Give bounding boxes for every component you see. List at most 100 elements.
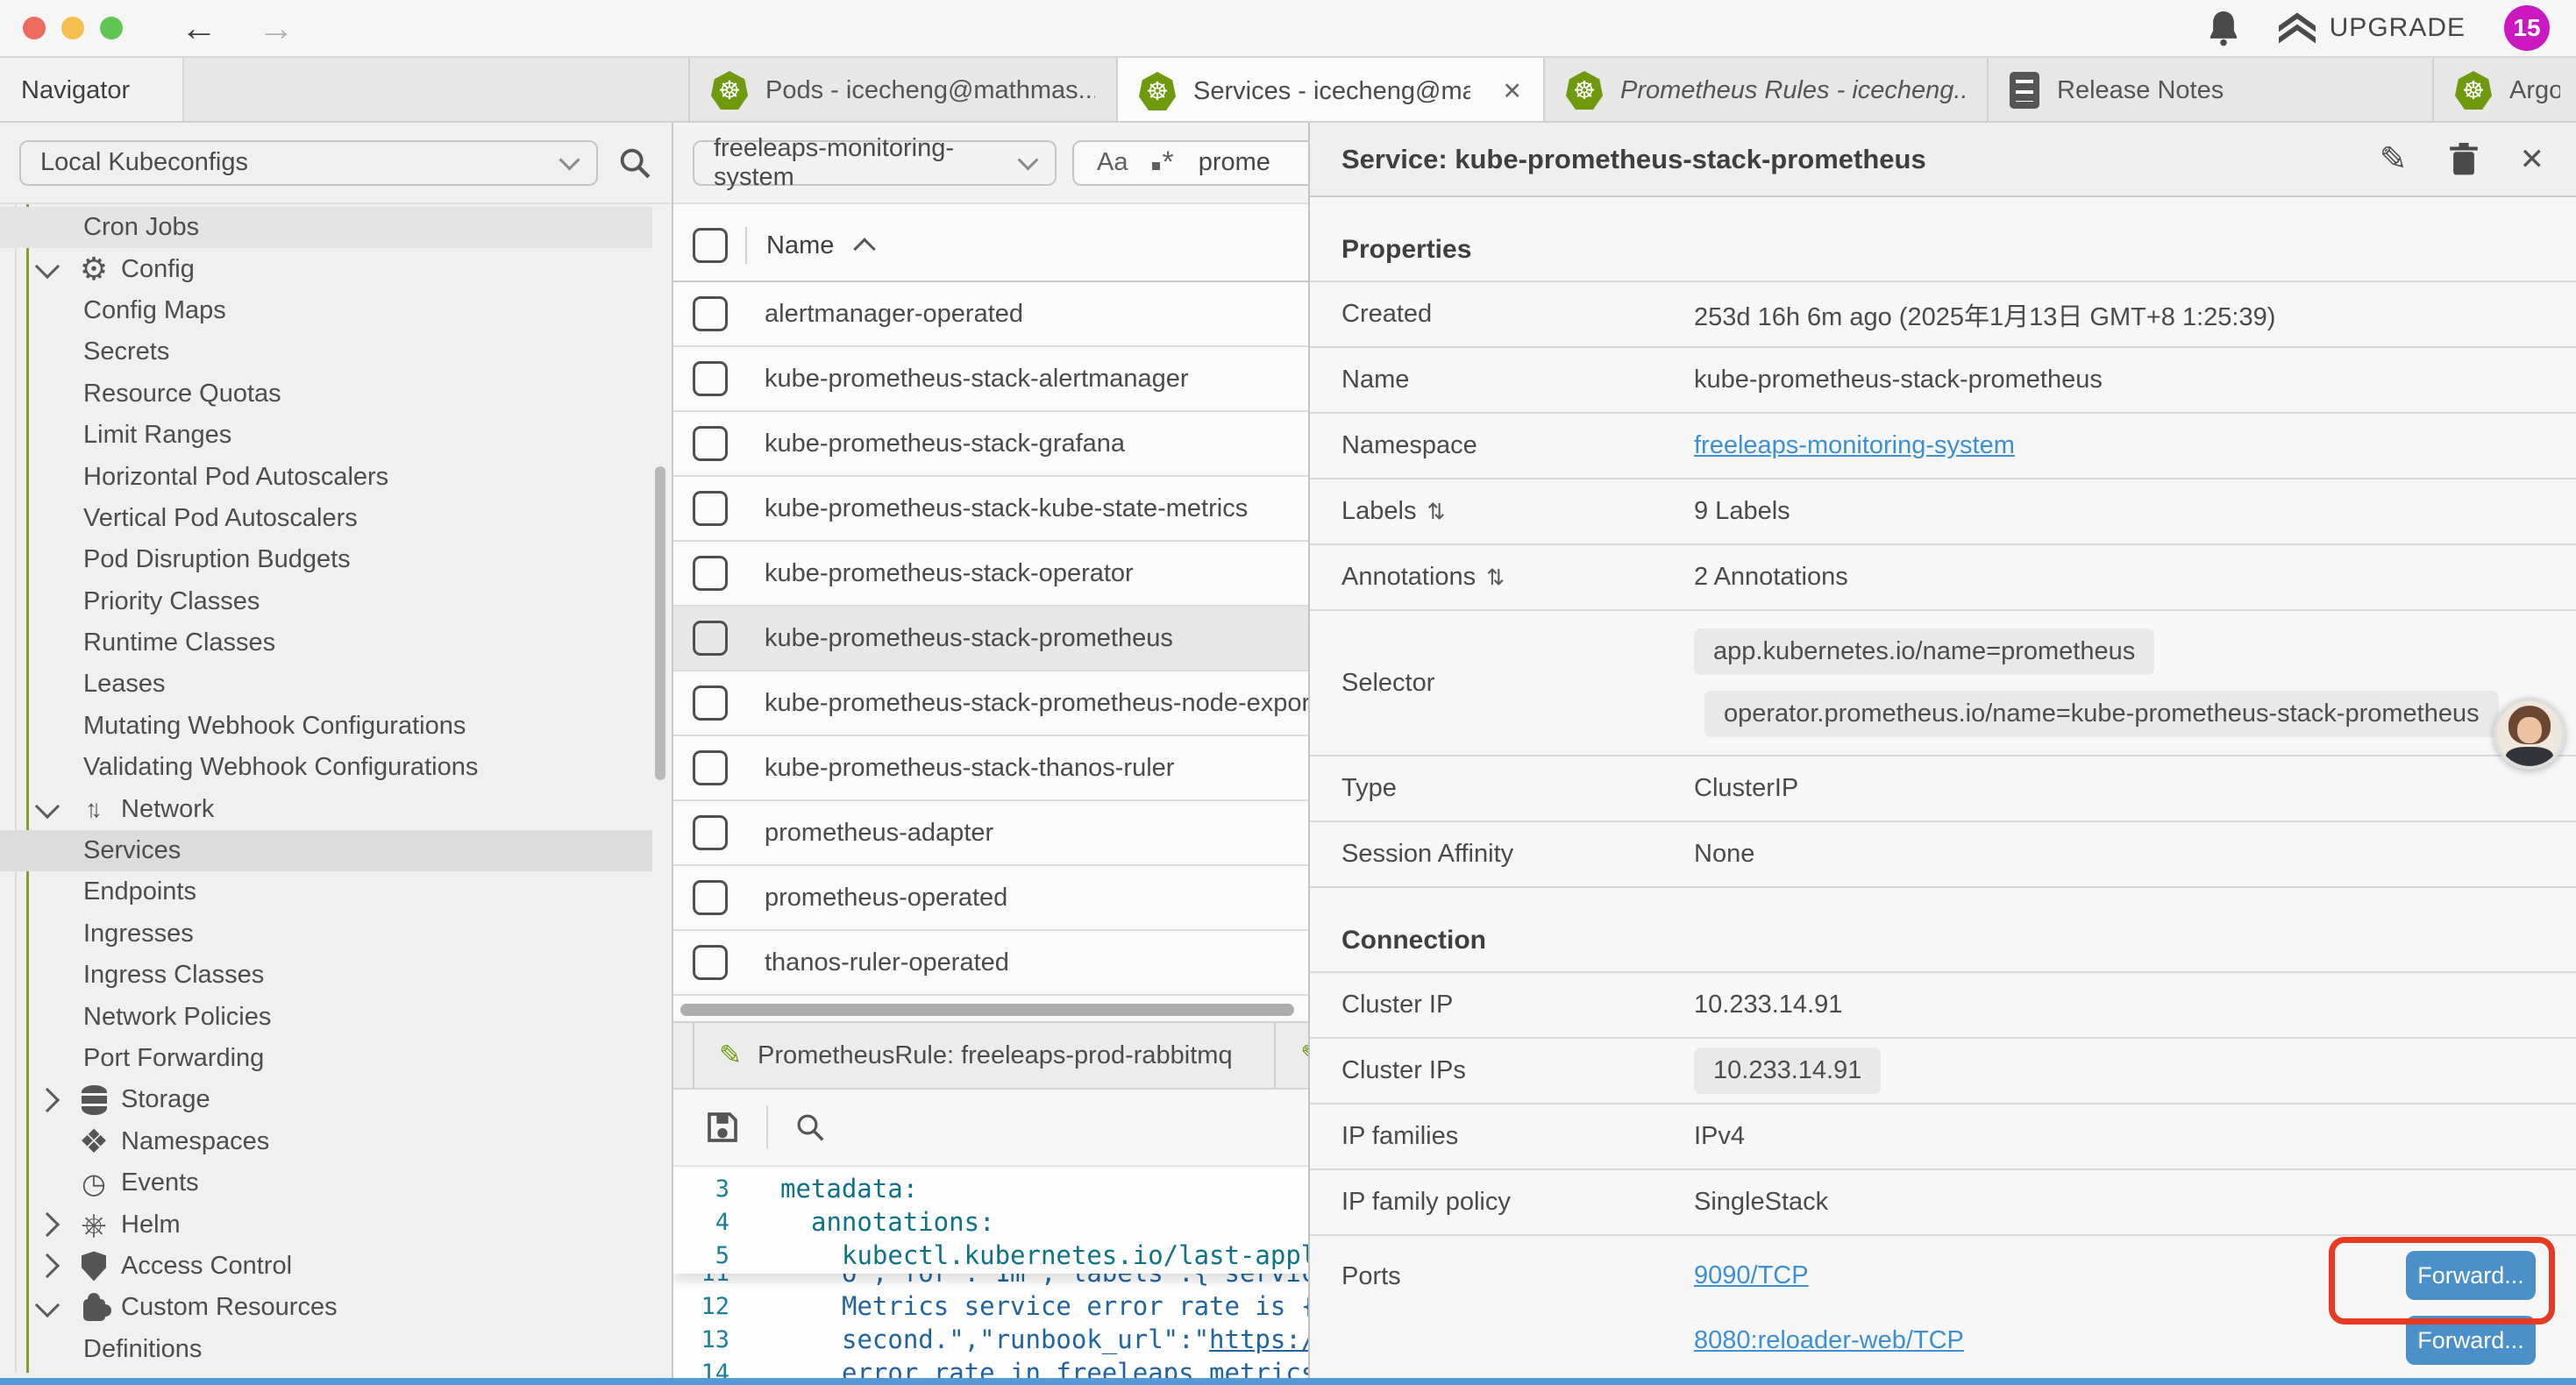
table-row-kube-prometheus-stack-operator[interactable]: kube-prometheus-stack-operator — [673, 542, 1308, 607]
sidebar-item-definitions[interactable]: Definitions — [0, 1329, 652, 1370]
sidebar-item-horizontal-pod-autoscalers[interactable]: Horizontal Pod Autoscalers — [0, 456, 652, 497]
sidebar-item-resource-quotas[interactable]: Resource Quotas — [0, 373, 652, 415]
tab-prometheus-rules-icecheng[interactable]: ☸Prometheus Rules - icecheng... — [1545, 58, 1989, 123]
sidebar-item-validating-webhook-configurations[interactable]: Validating Webhook Configurations — [0, 747, 652, 788]
tab-pods-icecheng-mathmas[interactable]: ☸Pods - icecheng@mathmas... — [690, 58, 1118, 123]
back-button[interactable]: ← — [181, 10, 217, 46]
sidebar-item-mutating-webhook-configurations[interactable]: Mutating Webhook Configurations — [0, 706, 652, 747]
table-row-prometheus-adapter[interactable]: prometheus-adapter — [673, 801, 1308, 866]
namespace-link[interactable]: freeleaps-monitoring-system — [1694, 431, 2015, 460]
sidebar-item-port-forwarding[interactable]: Port Forwarding — [0, 1038, 652, 1079]
row-checkbox[interactable] — [693, 815, 728, 850]
sidebar-item-ingresses[interactable]: Ingresses — [0, 913, 652, 955]
chevron-right-icon[interactable] — [35, 1212, 60, 1237]
sidebar-item-custom-resources[interactable]: Custom Resources — [0, 1287, 652, 1328]
sidebar-item-events[interactable]: Events — [0, 1162, 652, 1204]
notifications-bell-icon[interactable] — [2207, 10, 2240, 46]
table-row-thanos-ruler-operated[interactable]: thanos-ruler-operated — [673, 931, 1308, 996]
minimize-window-button[interactable] — [61, 17, 84, 39]
close-icon[interactable]: ✕ — [2520, 142, 2545, 177]
sidebar-scrollbar[interactable] — [655, 466, 665, 780]
expand-toggle-icon[interactable]: ⇅ — [1486, 565, 1505, 591]
sidebar-item-services[interactable]: Services — [0, 830, 652, 871]
zoom-window-button[interactable] — [100, 17, 123, 39]
upgrade-button[interactable]: UPGRADE — [2279, 12, 2466, 44]
sidebar-item-secrets[interactable]: Secrets — [0, 331, 652, 373]
row-checkbox[interactable] — [693, 685, 728, 721]
sidebar-item-ingress-classes[interactable]: Ingress Classes — [0, 955, 652, 996]
table-row-kube-prometheus-stack-prometheus[interactable]: kube-prometheus-stack-prometheus — [673, 607, 1308, 671]
tab-release-notes[interactable]: Release Notes — [1989, 58, 2434, 123]
row-checkbox[interactable] — [693, 491, 728, 526]
sidebar-item-vertical-pod-autoscalers[interactable]: Vertical Pod Autoscalers — [0, 498, 652, 539]
name-column-header[interactable]: Name — [766, 231, 834, 260]
sidebar-item-config-maps[interactable]: Config Maps — [0, 290, 652, 331]
sort-ascending-icon[interactable] — [854, 238, 876, 259]
sidebar-item-network[interactable]: Network — [0, 788, 652, 829]
row-checkbox[interactable] — [693, 556, 728, 591]
row-checkbox[interactable] — [693, 426, 728, 461]
kubeconfig-selector[interactable]: Local Kubeconfigs — [19, 140, 598, 186]
sidebar-item-network-policies[interactable]: Network Policies — [0, 996, 652, 1037]
delete-trash-icon[interactable] — [2450, 143, 2478, 176]
sidebar-item-limit-ranges[interactable]: Limit Ranges — [0, 415, 652, 456]
navigator-tab[interactable]: Navigator — [0, 58, 184, 123]
sidebar-item-leases[interactable]: Leases — [0, 664, 652, 705]
namespace-filter-select[interactable]: freeleaps-monitoring-system — [693, 140, 1057, 186]
table-row-prometheus-operated[interactable]: prometheus-operated — [673, 866, 1308, 931]
close-window-button[interactable] — [23, 17, 46, 39]
tab-argo-se[interactable]: ☸Argo Se — [2434, 58, 2576, 123]
table-row-kube-prometheus-stack-kube-state-metrics[interactable]: kube-prometheus-stack-kube-state-metrics — [673, 477, 1308, 542]
editor-tab-clipped[interactable]: ✎ — [1276, 1023, 1308, 1088]
sidebar-item-access-control[interactable]: Access Control — [0, 1246, 652, 1287]
sidebar-item-priority-classes[interactable]: Priority Classes — [0, 581, 652, 622]
floating-avatar[interactable] — [2494, 698, 2565, 770]
chevron-down-icon[interactable] — [35, 794, 60, 819]
port-forward-button[interactable]: Forward... — [2406, 1316, 2536, 1365]
chevron-down-icon[interactable] — [35, 254, 60, 279]
sidebar-item-storage[interactable]: Storage — [0, 1079, 652, 1120]
row-checkbox[interactable] — [693, 361, 728, 396]
port-link[interactable]: 9090/TCP — [1694, 1261, 1809, 1290]
table-row-kube-prometheus-stack-grafana[interactable]: kube-prometheus-stack-grafana — [673, 412, 1308, 477]
select-all-checkbox[interactable] — [693, 228, 728, 263]
chevron-down-icon[interactable] — [35, 1293, 60, 1318]
table-horizontal-scrollbar[interactable] — [680, 1004, 1294, 1016]
sidebar-item-label: Network Policies — [83, 1003, 271, 1032]
chevron-right-icon[interactable] — [35, 1088, 60, 1112]
row-checkbox[interactable] — [693, 750, 728, 785]
port-link[interactable]: 8080:reloader-web/TCP — [1694, 1326, 1964, 1355]
list-search-input[interactable]: Aa * prome — [1072, 140, 1308, 186]
table-row-kube-prometheus-stack-prometheus-node-ex[interactable]: kube-prometheus-stack-prometheus-node-ex… — [673, 671, 1308, 736]
sidebar-item-helm[interactable]: Helm — [0, 1204, 652, 1245]
sidebar-search-icon[interactable] — [617, 146, 652, 181]
sidebar-item-endpoints[interactable]: Endpoints — [0, 871, 652, 913]
close-tab-icon[interactable]: ✕ — [1502, 78, 1522, 105]
row-checkbox[interactable] — [693, 945, 728, 980]
code-link[interactable]: https://net — [1209, 1325, 1308, 1354]
edit-pencil-icon[interactable]: ✎ — [2380, 139, 2408, 179]
row-checkbox[interactable] — [693, 296, 728, 331]
sidebar-item-namespaces[interactable]: Namespaces — [0, 1121, 652, 1162]
notification-badge[interactable]: 15 — [2504, 5, 2550, 51]
port-forward-button[interactable]: Forward... — [2406, 1251, 2536, 1300]
table-row-kube-prometheus-stack-thanos-ruler[interactable]: kube-prometheus-stack-thanos-ruler — [673, 736, 1308, 801]
row-checkbox[interactable] — [693, 880, 728, 915]
match-case-toggle[interactable]: Aa — [1097, 148, 1128, 177]
expand-toggle-icon[interactable]: ⇅ — [1427, 499, 1445, 525]
regex-toggle[interactable]: * — [1152, 149, 1173, 176]
sidebar-item-config[interactable]: Config — [0, 248, 652, 289]
yaml-editor[interactable]: 3metadata:4annotations:5kubectl.kubernet… — [673, 1168, 1308, 1380]
save-icon[interactable] — [705, 1110, 740, 1145]
sidebar-item-cron-jobs[interactable]: Cron Jobs — [0, 207, 652, 248]
editor-search-icon[interactable] — [794, 1112, 826, 1143]
editor-tab-prometheusrule[interactable]: ✎ PrometheusRule: freeleaps-prod-rabbitm… — [693, 1023, 1276, 1088]
table-row-kube-prometheus-stack-alertmanager[interactable]: kube-prometheus-stack-alertmanager — [673, 347, 1308, 412]
table-row-alertmanager-operated[interactable]: alertmanager-operated — [673, 282, 1308, 347]
chevron-right-icon[interactable] — [35, 1254, 60, 1278]
sidebar-item-pod-disruption-budgets[interactable]: Pod Disruption Budgets — [0, 539, 652, 580]
forward-button[interactable]: → — [258, 10, 295, 46]
row-checkbox[interactable] — [693, 621, 728, 656]
sidebar-item-runtime-classes[interactable]: Runtime Classes — [0, 622, 652, 664]
tab-services-icecheng-math[interactable]: ☸Services - icecheng@math...✕ — [1118, 58, 1545, 123]
